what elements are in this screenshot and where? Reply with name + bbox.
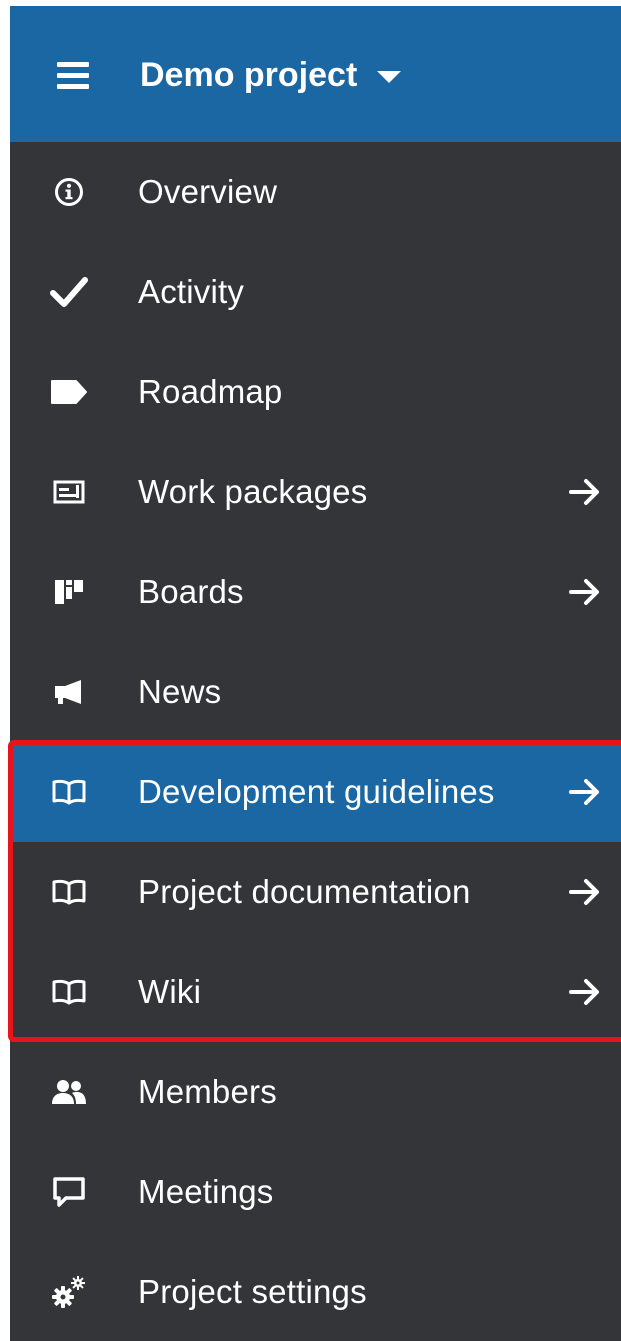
sidebar-item-members[interactable]: Members	[10, 1042, 621, 1142]
arrow-right-icon[interactable]	[567, 874, 603, 910]
sidebar-item-boards[interactable]: Boards	[10, 542, 621, 642]
megaphone-icon	[48, 671, 90, 713]
checkmark-icon	[48, 271, 90, 313]
arrow-right-icon[interactable]	[567, 974, 603, 1010]
sidebar-item-label: Boards	[138, 573, 244, 610]
sidebar-item-development-guidelines[interactable]: Development guidelines	[10, 742, 621, 842]
gears-icon	[48, 1271, 90, 1313]
sidebar-item-label: Overview	[138, 173, 278, 210]
sidebar-item-label: Meetings	[138, 1173, 274, 1210]
caret-down-icon	[377, 71, 402, 83]
project-sidebar: Demo project Overview Activity Roadmap W…	[10, 6, 621, 1341]
sidebar-item-meetings[interactable]: Meetings	[10, 1142, 621, 1242]
sidebar-item-label: News	[138, 673, 222, 710]
members-icon	[48, 1071, 90, 1113]
sidebar-item-label: Project documentation	[138, 873, 471, 910]
sidebar-item-wiki[interactable]: Wiki	[10, 942, 621, 1042]
arrow-right-icon[interactable]	[567, 474, 603, 510]
sidebar-item-project-documentation[interactable]: Project documentation	[10, 842, 621, 942]
sidebar-item-work-packages[interactable]: Work packages	[10, 442, 621, 542]
tag-icon	[48, 371, 90, 413]
sidebar-item-label: Development guidelines	[138, 773, 495, 810]
project-title: Demo project	[140, 55, 358, 94]
sidebar-item-roadmap[interactable]: Roadmap	[10, 342, 621, 442]
hamburger-menu-icon[interactable]	[57, 62, 95, 92]
book-icon	[48, 871, 90, 913]
sidebar-item-label: Members	[138, 1073, 277, 1110]
arrow-right-icon[interactable]	[567, 774, 603, 810]
project-selector[interactable]: Demo project	[140, 50, 402, 100]
sidebar-header: Demo project	[10, 6, 621, 142]
sidebar-item-overview[interactable]: Overview	[10, 142, 621, 242]
sidebar-item-activity[interactable]: Activity	[10, 242, 621, 342]
sidebar-item-label: Project settings	[138, 1273, 367, 1310]
arrow-right-icon[interactable]	[567, 574, 603, 610]
speech-bubble-icon	[48, 1171, 90, 1213]
sidebar-item-news[interactable]: News	[10, 642, 621, 742]
info-circle-icon	[48, 171, 90, 213]
book-icon	[48, 771, 90, 813]
sidebar-item-project-settings[interactable]: Project settings	[10, 1242, 621, 1341]
sidebar-item-label: Wiki	[138, 973, 202, 1010]
book-icon	[48, 971, 90, 1013]
sidebar-item-label: Work packages	[138, 473, 368, 510]
boards-icon	[48, 571, 90, 613]
sidebar-menu: Overview Activity Roadmap Work packages …	[10, 142, 621, 1341]
sidebar-item-label: Activity	[138, 273, 245, 310]
work-packages-icon	[48, 471, 90, 513]
sidebar-item-label: Roadmap	[138, 373, 283, 410]
